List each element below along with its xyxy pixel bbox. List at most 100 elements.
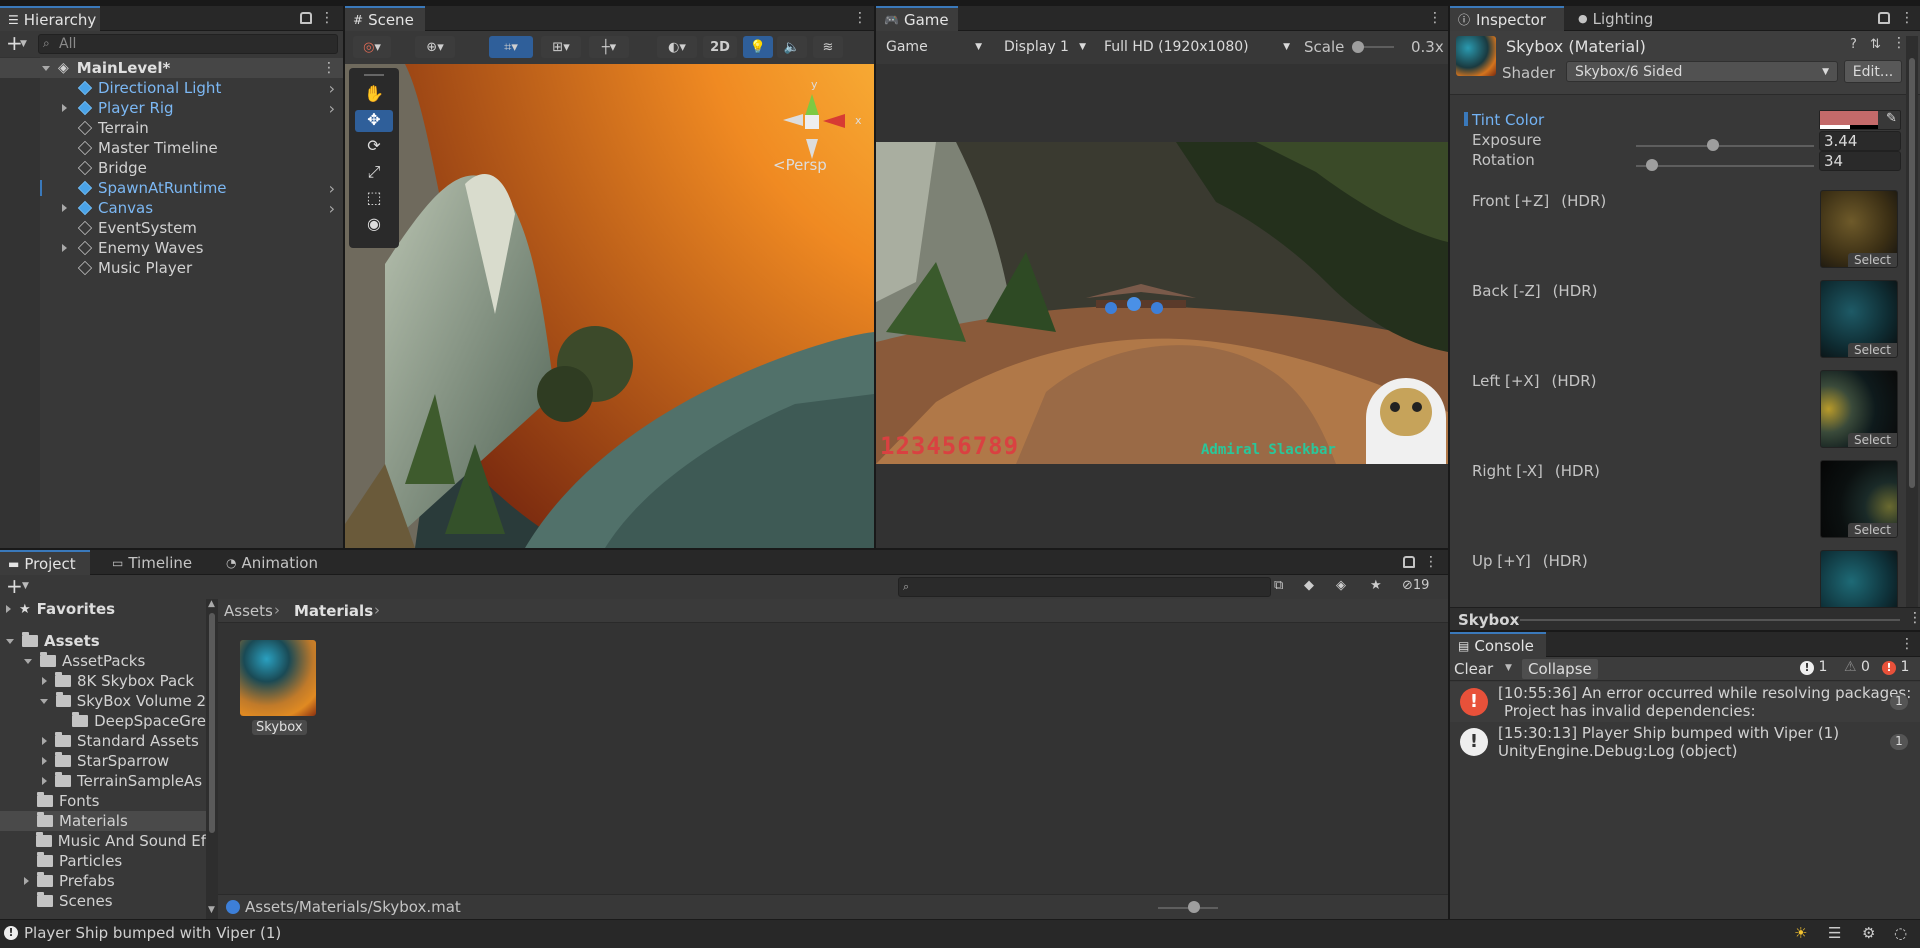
more-menu-icon[interactable]: ⋮	[1900, 636, 1914, 652]
favorite-star-icon[interactable]: ★	[1370, 578, 1382, 593]
expand-arrow-icon[interactable]	[6, 638, 14, 644]
collapse-arrow-icon[interactable]	[24, 658, 32, 664]
hierarchy-item[interactable]: Master Timeline	[0, 138, 343, 158]
expand-arrow-icon[interactable]	[24, 877, 29, 885]
console-entry[interactable]: ! [10:55:36] An error occurred while reso…	[1450, 682, 1920, 722]
folder-tree-item[interactable]: Materials	[0, 811, 206, 831]
collapse-arrow-icon[interactable]	[39, 698, 48, 704]
folder-tree-item[interactable]: Prefabs	[0, 871, 206, 891]
tab-animation[interactable]: ◔ Animation	[218, 550, 328, 575]
lighting-build-icon[interactable]: ☀	[1794, 924, 1807, 942]
more-menu-icon[interactable]: ⋮	[320, 10, 334, 26]
hierarchy-item[interactable]: Directional Light ›	[0, 78, 343, 98]
hierarchy-item[interactable]: Terrain	[0, 118, 343, 138]
transform-tool-icon[interactable]: ◉	[355, 214, 393, 236]
icon-size-slider-knob[interactable]	[1188, 901, 1200, 913]
eyedropper-icon[interactable]: ✎	[1886, 111, 1897, 126]
folder-tree-scrollbar[interactable]: ▲ ▼	[206, 599, 218, 919]
effects-toggle-button[interactable]: ≋	[813, 36, 843, 58]
folder-tree-item[interactable]: Music And Sound Ef	[0, 831, 206, 851]
folder-tree-item[interactable]: Particles	[0, 851, 206, 871]
more-menu-icon[interactable]: ⋮	[1900, 10, 1914, 26]
collab-icon[interactable]: ☰	[1828, 924, 1841, 942]
label-icon[interactable]: ◈	[1336, 578, 1346, 593]
lock-icon[interactable]	[300, 12, 312, 24]
more-menu-icon[interactable]: ⋮	[1908, 610, 1920, 626]
rotation-slider-knob[interactable]	[1646, 159, 1659, 171]
exposure-field[interactable]: 3.44	[1819, 131, 1901, 151]
folder-tree-item[interactable]: TerrainSampleAs	[0, 771, 206, 791]
clear-button[interactable]: Clear	[1454, 660, 1493, 678]
expand-arrow-icon[interactable]	[42, 777, 47, 785]
more-menu-icon[interactable]: ⋮	[1428, 10, 1442, 26]
toggle-2d-button[interactable]: 2D	[703, 36, 737, 58]
expand-arrow-icon[interactable]	[42, 65, 50, 71]
dropdown-arrow-icon[interactable]: ▼	[22, 581, 29, 591]
shader-dropdown[interactable]: Skybox/6 Sided ▼	[1566, 61, 1838, 82]
expand-arrow-icon[interactable]	[62, 204, 67, 212]
exposure-slider[interactable]	[1636, 145, 1814, 147]
inspector-scrollbar[interactable]	[1906, 36, 1918, 608]
scale-tool-icon[interactable]: ⤢	[355, 162, 393, 184]
more-menu-icon[interactable]: ⋮	[1424, 554, 1438, 570]
log-filter-toggle[interactable]: ! 1	[1800, 659, 1827, 675]
tab-console[interactable]: ▤ Console	[1450, 632, 1546, 657]
expand-arrow-icon[interactable]	[6, 605, 11, 613]
tab-scene[interactable]: # Scene	[345, 6, 425, 31]
texture-slot-thumbnail[interactable]: Select	[1820, 190, 1898, 268]
tab-game[interactable]: 🎮 Game	[876, 6, 958, 31]
open-prefab-icon[interactable]: ›	[329, 199, 335, 218]
open-prefab-icon[interactable]: ›	[329, 79, 335, 98]
console-entry[interactable]: ! [15:30:13] Player Ship bumped with Vipe…	[1450, 722, 1920, 762]
preset-icon[interactable]: ⇅	[1870, 37, 1881, 52]
component-menu-icon[interactable]: ⋮	[1892, 35, 1906, 51]
grid-snap-button[interactable]: ⊞ ▾	[541, 36, 581, 58]
tab-hierarchy[interactable]: ☰ Hierarchy	[0, 6, 100, 31]
progress-status-icon[interactable]: ◌	[1894, 924, 1907, 942]
expand-arrow-icon[interactable]	[62, 104, 67, 112]
rotation-slider[interactable]	[1636, 165, 1814, 167]
preview-header[interactable]: Skybox ⋮	[1450, 607, 1920, 630]
increment-snap-button[interactable]: ┼ ▾	[589, 36, 629, 58]
folder-tree-item[interactable]: Standard Assets	[0, 731, 206, 751]
rotate-tool-icon[interactable]: ⟳	[355, 136, 393, 158]
expand-arrow-icon[interactable]	[42, 737, 47, 745]
resolution-dropdown[interactable]: Full HD (1920x1080) ▼	[1096, 36, 1296, 58]
hierarchy-item[interactable]: SpawnAtRuntime ›	[0, 178, 343, 198]
display-dropdown[interactable]: Display 1 ▼	[996, 36, 1092, 58]
collapse-toggle[interactable]: Collapse	[1522, 659, 1598, 679]
asset-label[interactable]: Skybox	[252, 720, 307, 735]
scene-row[interactable]: ◈ MainLevel* ⋮	[0, 58, 343, 78]
scene-viewport[interactable]: ✋ ✥ ⟳ ⤢ ⬚ ◉ y x <Persp	[345, 64, 874, 548]
status-message[interactable]: Player Ship bumped with Viper (1)	[24, 924, 281, 942]
filter-type-icon[interactable]: ◆	[1304, 578, 1314, 593]
lighting-toggle-button[interactable]: 💡	[743, 36, 773, 58]
lock-icon[interactable]	[1878, 12, 1890, 24]
hierarchy-item[interactable]: EventSystem	[0, 218, 343, 238]
debug-mode-icon[interactable]: ⚙	[1862, 924, 1875, 942]
dropdown-arrow-icon[interactable]: ▼	[20, 39, 27, 49]
project-search-input[interactable]: ⌕	[898, 577, 1271, 597]
folder-tree-item[interactable]: Scenes	[0, 891, 206, 911]
audio-toggle-button[interactable]: 🔈	[777, 36, 807, 58]
scene-menu-icon[interactable]: ⋮	[322, 60, 336, 76]
exposure-slider-knob[interactable]	[1706, 139, 1719, 151]
texture-select-button[interactable]: Select	[1847, 253, 1897, 267]
skybox-material-asset[interactable]	[240, 640, 316, 716]
tab-timeline[interactable]: ▭ Timeline	[104, 550, 200, 575]
clear-options-dropdown[interactable]: ▼	[1505, 663, 1512, 673]
tab-project[interactable]: ▬ Project	[0, 550, 90, 575]
open-prefab-icon[interactable]: ›	[329, 99, 335, 118]
folder-tree-item[interactable]: SkyBox Volume 2	[0, 691, 206, 711]
hierarchy-item[interactable]: Bridge	[0, 158, 343, 178]
folder-tree-item[interactable]: Fonts	[0, 791, 206, 811]
assets-root-row[interactable]: Assets	[0, 631, 206, 651]
game-view-dropdown[interactable]: Game ▼	[878, 36, 988, 58]
scale-slider-knob[interactable]	[1352, 41, 1364, 53]
expand-arrow-icon[interactable]	[42, 677, 47, 685]
scene-gizmos-button[interactable]: ◐ ▾	[657, 36, 697, 58]
folder-tree-item[interactable]: DeepSpaceGre	[0, 711, 206, 731]
hidden-packages-icon[interactable]: ⊘19	[1402, 578, 1429, 593]
orientation-gizmo[interactable]: y x <Persp	[765, 78, 865, 174]
texture-select-button[interactable]: Select	[1847, 523, 1897, 537]
